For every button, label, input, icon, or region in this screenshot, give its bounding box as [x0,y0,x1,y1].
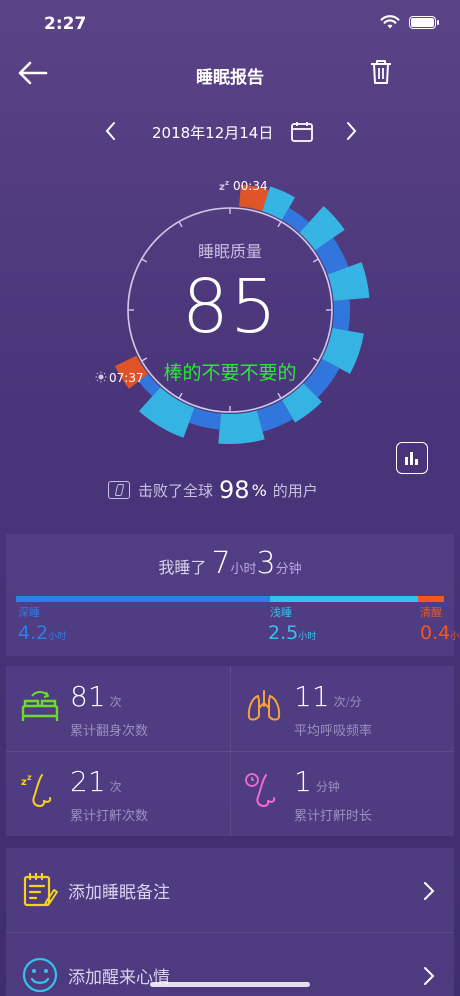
rank-percent: 98 [219,476,250,504]
sleep-start-time: 00:34 [233,179,268,193]
dial-tick [178,221,183,228]
next-day-button[interactable] [340,118,362,144]
light-sleep-label: 浅睡 [270,606,292,619]
snore-duration-icon [245,773,276,808]
dial-tick [178,392,183,399]
add-sleep-note-label: 添加睡眠备注 [68,883,170,903]
bed-icon [21,691,59,721]
duration-prefix: 我睡了 [158,558,207,577]
calendar-icon [291,122,313,142]
smiley-icon [22,957,58,993]
breath-rate-stat: 11 次/分 平均呼吸频率 [230,666,454,751]
nav-bar: 睡眠报告 [0,50,460,96]
light-sleep-value: 2.5小时 [268,622,316,644]
sleep-phase-segment [138,387,195,438]
rank-prefix: 击败了全球 [138,481,214,500]
turnover-stat: 81 次 累计翻身次数 [6,666,230,751]
dial-tick [277,392,282,399]
deep-sleep-unit: 小时 [48,632,67,642]
chart-bar-icon [405,457,408,465]
duration-minutes: 3 [256,546,276,581]
deep-sleep-bar [16,596,270,602]
quality-label: 睡眠质量 [197,242,262,261]
status-bar: 2:27 [0,0,460,50]
chevron-right-icon [347,122,357,140]
turnover-count: 81 次 [70,680,122,713]
awake-unit: 小时 [450,632,460,642]
snore-count-stat: z z 21 次 累计打鼾次数 [6,751,230,836]
deep-sleep-label: 深睡 [18,606,40,619]
trophy-icon [108,481,130,499]
note-icon [23,872,58,907]
rank-suffix: 的用户 [272,481,318,500]
breath-rate-unit: 次/分 [333,695,362,709]
deep-sleep-value: 4.2小时 [18,622,66,644]
breath-rate-label: 平均呼吸频率 [294,724,373,739]
awake-bar [418,596,444,602]
snore-count-unit: 次 [109,780,122,794]
duration-minutes-unit: 分钟 [275,562,302,577]
date-label: 2018年12月14日 [152,124,274,142]
duration-title: 我睡了 7小时3分钟 [6,546,454,581]
light-sleep-unit: 小时 [298,632,317,642]
chart-view-button[interactable] [396,442,428,474]
status-time: 2:27 [44,14,87,34]
rank-percent-sign: % [251,480,267,500]
snore-count-label: 累计打鼾次数 [70,809,149,824]
sleep-phase-segment [218,410,265,444]
awake-value: 0.4小时 [420,622,460,644]
chevron-right-icon [424,967,435,985]
light-sleep-hours: 2.5 [268,622,299,644]
turnover-value: 81 [70,680,106,713]
snore-duration-value: 1 [294,765,312,798]
svg-text:z: z [27,773,32,782]
chart-bar-icon [410,452,413,465]
breath-rate-value: 11 [294,680,330,713]
wifi-icon [380,15,400,29]
date-selector: 2018年12月14日 [0,112,460,152]
dial-tick [277,221,282,228]
snore-icon: z z [21,773,52,808]
quality-tag: 棒的不要不要的 [163,362,297,384]
snore-count-value: 21 [70,765,106,798]
chevron-right-icon [424,882,435,900]
duration-hours: 7 [211,546,231,581]
snore-duration-unit: 分钟 [315,780,340,794]
calendar-button[interactable] [290,120,314,144]
zz-icon: z z [219,179,229,193]
home-indicator[interactable] [150,982,310,987]
awake-hours: 0.4 [420,622,451,644]
quality-score: 85 [181,264,279,350]
snore-count: 21 次 [70,765,122,798]
trash-icon [371,60,391,84]
awake-label: 清醒 [420,606,442,619]
sleep-stats-grid: 81 次 累计翻身次数 11 次/分 平均呼吸频率 z z 21 次 累计打鼾次数 1… [6,666,454,836]
delete-button[interactable] [368,58,394,86]
snore-duration: 1 分钟 [294,765,340,798]
light-sleep-bar [270,596,418,602]
sleep-start-marker: z z 00:34 [219,176,268,195]
turnover-unit: 次 [109,695,122,709]
chevron-left-icon [105,122,115,140]
add-sleep-note-button[interactable]: 添加睡眠备注 [6,848,454,932]
previous-day-button[interactable] [100,118,122,144]
svg-text:z: z [225,179,229,187]
snore-duration-label: 累计打鼾时长 [294,809,373,824]
deep-sleep-hours: 4.2 [18,622,49,644]
duration-hours-unit: 小时 [230,562,257,577]
turnover-label: 累计翻身次数 [70,724,149,739]
breath-rate: 11 次/分 [294,680,362,713]
rank-summary: 击败了全球 98 % 的用户 [108,474,318,506]
sleep-duration-card: 我睡了 7小时3分钟 深睡 4.2小时 浅睡 2.5小时 清醒 0.4小时 [6,534,460,656]
battery-icon [409,16,439,29]
lungs-icon [247,690,281,721]
action-list: 添加睡眠备注 添加醒来心情 [6,848,454,996]
snore-duration-stat: 1 分钟 累计打鼾时长 [230,751,454,836]
chart-bar-icon [415,459,418,465]
